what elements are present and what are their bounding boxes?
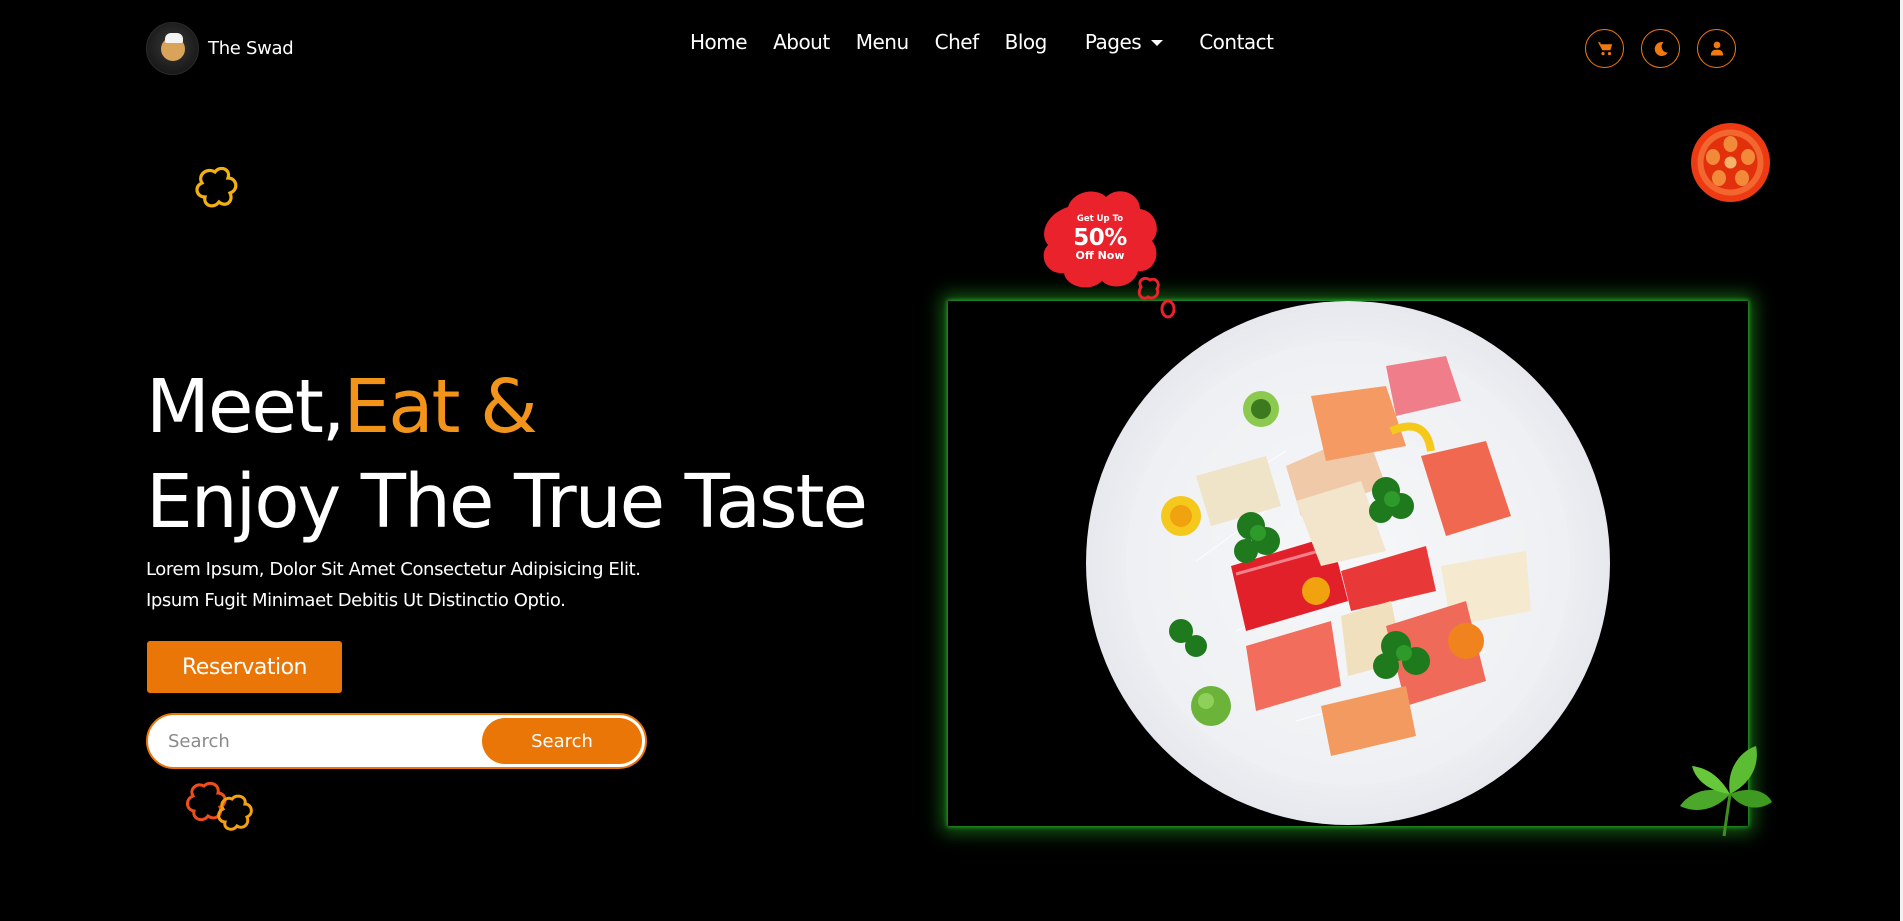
discount-badge-amount: 50% (1073, 225, 1127, 251)
nav-pages-label: Pages (1084, 30, 1142, 54)
chili-ring-icon (1137, 277, 1176, 319)
nav-blog[interactable]: Blog (1005, 30, 1048, 54)
hero-title-accent: Eat & (343, 364, 537, 450)
nav-pages-dropdown[interactable]: Pages (1084, 30, 1164, 54)
cart-icon (1597, 42, 1612, 56)
brand-logo (146, 22, 199, 75)
theme-toggle-button[interactable] (1641, 29, 1680, 68)
page: The Swad Home About Menu Chef Blog Pages… (0, 0, 1903, 921)
sashimi-plate-image (1086, 301, 1610, 825)
cart-button[interactable] (1585, 29, 1624, 68)
main-nav: Home About Menu Chef Blog Pages Contact (690, 30, 1300, 54)
hero-title-line2: Enjoy The True Taste (146, 459, 868, 545)
nav-contact[interactable]: Contact (1199, 30, 1274, 54)
nav-menu[interactable]: Menu (856, 30, 909, 54)
brand-link[interactable]: The Swad (146, 22, 294, 75)
flowers-outline-icon (186, 782, 253, 831)
hero-description-line1: Lorem Ipsum, Dolor Sit Amet Consectetur … (146, 559, 641, 580)
hero-description-line2: Ipsum Fugit Minimaet Debitis Ut Distinct… (146, 590, 566, 611)
discount-badge-text: Get Up To 50% Off Now (1038, 185, 1162, 291)
hero-description: Lorem Ipsum, Dolor Sit Amet Consectetur … (146, 554, 641, 616)
flower-outline-icon (195, 166, 238, 208)
nav-chef[interactable]: Chef (935, 30, 980, 54)
sashimi-food-image (1161, 356, 1531, 756)
moon-icon (1654, 41, 1668, 56)
chef-hat-icon (165, 33, 183, 43)
parsley-leaf-icon (1680, 746, 1772, 837)
search-button[interactable]: Search (482, 718, 642, 764)
reservation-button[interactable]: Reservation (147, 641, 342, 693)
caret-down-icon (1151, 40, 1164, 46)
hero-image-frame (948, 301, 1748, 826)
brand-name: The Swad (208, 38, 294, 59)
tomato-slice-icon (1691, 123, 1770, 202)
nav-about[interactable]: About (773, 30, 830, 54)
discount-badge: Get Up To 50% Off Now (1038, 185, 1162, 291)
discount-badge-top: Get Up To (1076, 214, 1124, 224)
user-button[interactable] (1697, 29, 1736, 68)
navbar: The Swad Home About Menu Chef Blog Pages… (0, 0, 1900, 98)
hero-title: Meet,Eat & Enjoy The True Taste (146, 360, 868, 550)
nav-home[interactable]: Home (690, 30, 748, 54)
hero-title-line1: Meet,Eat & (146, 360, 866, 455)
search-form: Search (146, 713, 647, 769)
user-icon (1710, 41, 1723, 56)
discount-badge-bottom: Off Now (1075, 249, 1125, 262)
search-input[interactable] (166, 715, 466, 767)
hero-title-part1: Meet, (146, 364, 345, 450)
nav-icon-group (1585, 29, 1736, 68)
